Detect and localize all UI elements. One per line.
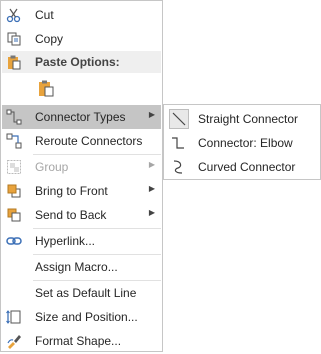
submenu-arrow-icon: ▶ [148,208,155,217]
submenu-arrow-icon: ▶ [148,184,155,193]
elbow-connector-icon [169,134,187,152]
elbow-connector-label: Connector: Elbow [198,136,293,150]
send-to-back-menu-item[interactable]: Send to Back ▶ [2,203,161,227]
context-menu: Cut Copy Paste Options: Connector Types … [0,0,163,352]
straight-connector-menu-item[interactable]: Straight Connector [165,107,319,131]
reroute-connectors-menu-item[interactable]: Reroute Connectors [2,129,161,153]
bring-to-front-label: Bring to Front [35,184,108,198]
paste-options-header: Paste Options: [2,51,161,73]
cut-label: Cut [35,8,54,22]
assign-macro-label: Assign Macro... [35,260,118,274]
send-to-back-label: Send to Back [35,208,107,222]
paste-keep-source-button[interactable] [35,77,57,99]
link-icon [5,232,23,250]
set-default-line-label: Set as Default Line [35,286,137,300]
connector-types-menu-item[interactable]: Connector Types ▶ [2,105,161,129]
paste-options-label: Paste Options: [35,55,120,69]
size-position-icon [5,308,23,326]
reroute-icon [5,132,23,150]
cut-menu-item[interactable]: Cut [2,3,161,27]
size-position-label: Size and Position... [35,310,138,324]
group-icon [5,158,23,176]
copy-menu-item[interactable]: Copy [2,27,161,51]
straight-connector-label: Straight Connector [198,112,299,126]
elbow-connector-menu-item[interactable]: Connector: Elbow [165,131,319,155]
format-shape-label: Format Shape... [35,334,122,348]
bring-front-icon [5,182,23,200]
format-shape-icon [5,332,23,350]
hyperlink-label: Hyperlink... [35,234,96,248]
format-shape-menu-item[interactable]: Format Shape... [2,329,161,353]
paste-icon [5,53,23,71]
set-default-line-menu-item[interactable]: Set as Default Line [2,281,161,305]
scissors-icon [5,6,23,24]
copy-label: Copy [35,32,64,46]
curved-connector-icon [169,158,187,176]
assign-macro-menu-item[interactable]: Assign Macro... [2,255,161,279]
submenu-arrow-icon: ▶ [148,160,155,169]
reroute-connectors-label: Reroute Connectors [35,134,143,148]
send-back-icon [5,206,23,224]
connector-icon [5,108,23,126]
submenu-arrow-icon: ▶ [148,110,155,119]
size-position-menu-item[interactable]: Size and Position... [2,305,161,329]
hyperlink-menu-item[interactable]: Hyperlink... [2,229,161,253]
paste-icon [37,79,55,97]
curved-connector-label: Curved Connector [198,160,296,174]
copy-icon [5,30,23,48]
group-menu-item: Group ▶ [2,155,161,179]
bring-to-front-menu-item[interactable]: Bring to Front ▶ [2,179,161,203]
group-label: Group [35,160,69,174]
curved-connector-menu-item[interactable]: Curved Connector [165,155,319,179]
connector-types-submenu: Straight Connector Connector: Elbow Curv… [163,104,321,180]
connector-types-label: Connector Types [35,110,126,124]
straight-connector-icon [169,109,189,129]
